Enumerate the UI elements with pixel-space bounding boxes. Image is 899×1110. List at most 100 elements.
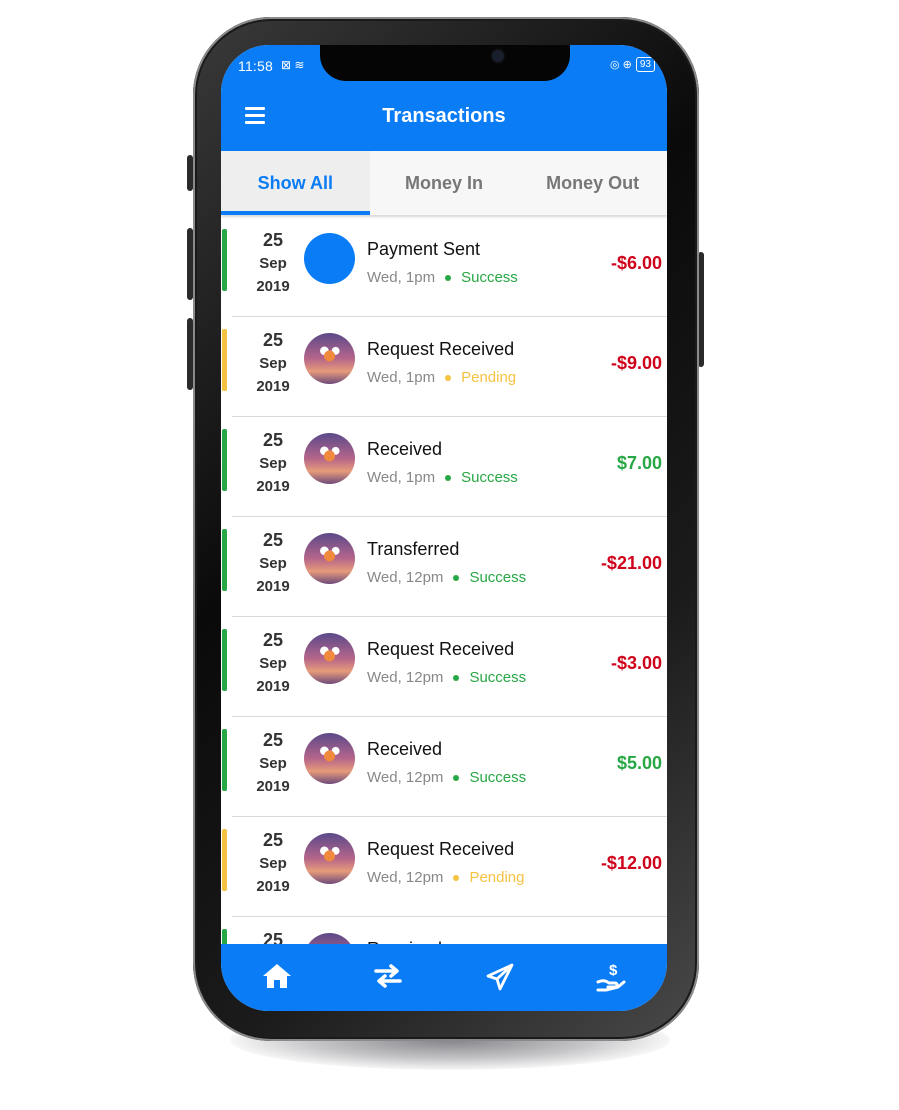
date-month: Sep bbox=[259, 355, 287, 372]
date-year: 2019 bbox=[256, 278, 290, 295]
transaction-time: Wed, 12pm bbox=[367, 569, 444, 586]
date-day: 25 bbox=[262, 430, 284, 450]
send-paper-plane-icon[interactable] bbox=[480, 962, 520, 1002]
transfer-arrows-icon[interactable] bbox=[368, 962, 408, 1002]
transaction-date: 25 Sep 2019 bbox=[241, 629, 305, 698]
date-day: 25 bbox=[262, 930, 284, 945]
transaction-list: 25 Sep 2019 Payment Sent Wed, 1pm Success -$6.… bbox=[221, 217, 667, 945]
avatar bbox=[304, 833, 355, 884]
status-dot-icon bbox=[453, 874, 460, 881]
transaction-date: 25 bbox=[241, 929, 305, 945]
status-right-icons: ◎ ⊕ 93 bbox=[610, 57, 655, 72]
status-dot-icon bbox=[445, 474, 452, 481]
tab-money-in[interactable]: Money In bbox=[370, 151, 519, 215]
phone-notch bbox=[320, 45, 570, 81]
date-day: 25 bbox=[262, 730, 284, 750]
date-year: 2019 bbox=[256, 778, 290, 795]
app-bar: Transactions bbox=[221, 87, 667, 151]
transaction-status: Success bbox=[461, 269, 518, 286]
transaction-time: Wed, 12pm bbox=[367, 669, 444, 686]
avatar bbox=[304, 233, 355, 284]
date-day: 25 bbox=[262, 530, 284, 550]
status-dot-icon bbox=[445, 274, 452, 281]
transaction-row[interactable]: 25 Sep 2019 Transferred Wed, 12pm Success -$21… bbox=[222, 517, 667, 617]
vibrate-alarm-icons: ◎ ⊕ bbox=[610, 59, 632, 71]
status-dot-icon bbox=[453, 774, 460, 781]
transaction-time: Wed, 12pm bbox=[367, 869, 444, 886]
avatar bbox=[304, 433, 355, 484]
tab-money-out[interactable]: Money Out bbox=[518, 151, 667, 215]
status-indicator-bar bbox=[222, 929, 227, 945]
transaction-status: Success bbox=[461, 469, 518, 486]
status-indicator-bar bbox=[222, 429, 227, 491]
avatar bbox=[304, 333, 355, 384]
transaction-amount: $7.00 bbox=[616, 453, 662, 473]
transaction-subtitle: Wed, 12pm Success bbox=[367, 669, 526, 686]
date-day: 25 bbox=[262, 630, 284, 650]
transaction-row[interactable]: 25 Sep 2019 Received Wed, 12pm Success $5.00 bbox=[222, 717, 667, 817]
transaction-date: 25 Sep 2019 bbox=[241, 529, 305, 598]
page-title: Transactions bbox=[382, 105, 506, 127]
transaction-date: 25 Sep 2019 bbox=[241, 229, 305, 298]
hand-dollar-icon[interactable]: $ bbox=[591, 962, 631, 1002]
transaction-title: Transferred bbox=[367, 539, 460, 559]
transaction-status: Success bbox=[469, 569, 527, 586]
transaction-date: 25 Sep 2019 bbox=[241, 829, 305, 898]
transaction-subtitle: Wed, 1pm Success bbox=[367, 269, 518, 286]
transaction-title: Payment Sent bbox=[367, 239, 481, 259]
transaction-row[interactable]: 25 Sep 2019 Payment Sent Wed, 1pm Success -$6.… bbox=[222, 217, 667, 317]
avatar bbox=[304, 633, 355, 684]
transaction-subtitle: Wed, 1pm Pending bbox=[367, 369, 516, 386]
date-year: 2019 bbox=[256, 678, 290, 695]
date-day: 25 bbox=[262, 230, 284, 250]
transaction-amount: -$21.00 bbox=[600, 553, 662, 573]
transaction-amount: $5.00 bbox=[616, 753, 662, 773]
transaction-title: Request Received bbox=[367, 339, 515, 359]
home-icon[interactable] bbox=[257, 962, 297, 1002]
date-month: Sep bbox=[259, 455, 287, 472]
status-indicator-bar bbox=[222, 229, 227, 291]
transaction-row[interactable]: 25Received bbox=[222, 917, 667, 945]
avatar bbox=[304, 733, 355, 784]
front-camera bbox=[492, 50, 504, 62]
transaction-title: Received bbox=[367, 439, 443, 459]
phone-screen: 11:58 ⊠ ≋ ◎ ⊕ 93 Transactions Show All M… bbox=[221, 45, 667, 1011]
status-dot-icon bbox=[445, 374, 452, 381]
transaction-title: Received bbox=[367, 739, 443, 759]
transaction-time: Wed, 1pm bbox=[367, 369, 436, 386]
date-month: Sep bbox=[259, 555, 287, 572]
transaction-time: Wed, 1pm bbox=[367, 269, 436, 286]
transaction-amount: -$12.00 bbox=[600, 853, 662, 873]
tab-show-all[interactable]: Show All bbox=[221, 151, 370, 215]
transaction-amount: -$3.00 bbox=[610, 653, 662, 673]
date-day: 25 bbox=[262, 330, 284, 350]
date-year: 2019 bbox=[256, 378, 290, 395]
date-month: Sep bbox=[259, 855, 287, 872]
date-day: 25 bbox=[262, 830, 284, 850]
status-indicator-bar bbox=[222, 329, 227, 391]
status-indicator-bar bbox=[222, 529, 227, 591]
status-indicator-bar bbox=[222, 729, 227, 791]
transaction-date: 25 Sep 2019 bbox=[241, 729, 305, 798]
transaction-row[interactable]: 25 Sep 2019 Request Received Wed, 12pm Pendin… bbox=[222, 817, 667, 917]
transaction-status: Success bbox=[469, 669, 527, 686]
transaction-row[interactable]: 25 Sep 2019 Received Wed, 1pm Success $7.00 bbox=[222, 417, 667, 517]
date-month: Sep bbox=[259, 755, 287, 772]
avatar bbox=[304, 533, 355, 584]
date-year: 2019 bbox=[256, 478, 290, 495]
transaction-amount: -$9.00 bbox=[610, 353, 662, 373]
status-indicator-bar bbox=[222, 829, 227, 891]
transaction-date: 25 Sep 2019 bbox=[241, 429, 305, 498]
transaction-subtitle: Wed, 12pm Pending bbox=[367, 869, 525, 886]
date-month: Sep bbox=[259, 255, 287, 272]
svg-text:$: $ bbox=[609, 962, 618, 979]
transaction-row[interactable]: 25 Sep 2019 Request Received Wed, 12pm Succes… bbox=[222, 617, 667, 717]
transaction-time: Wed, 1pm bbox=[367, 469, 436, 486]
transaction-row[interactable]: 25 Sep 2019 Request Received Wed, 1pm Pending… bbox=[222, 317, 667, 417]
transaction-subtitle: Wed, 12pm Success bbox=[367, 569, 526, 586]
bottom-nav: $ bbox=[221, 944, 667, 1011]
date-year: 2019 bbox=[256, 878, 290, 895]
status-dot-icon bbox=[453, 574, 460, 581]
transaction-status: Pending bbox=[461, 369, 517, 386]
tab-bar: Show All Money In Money Out bbox=[221, 151, 667, 215]
